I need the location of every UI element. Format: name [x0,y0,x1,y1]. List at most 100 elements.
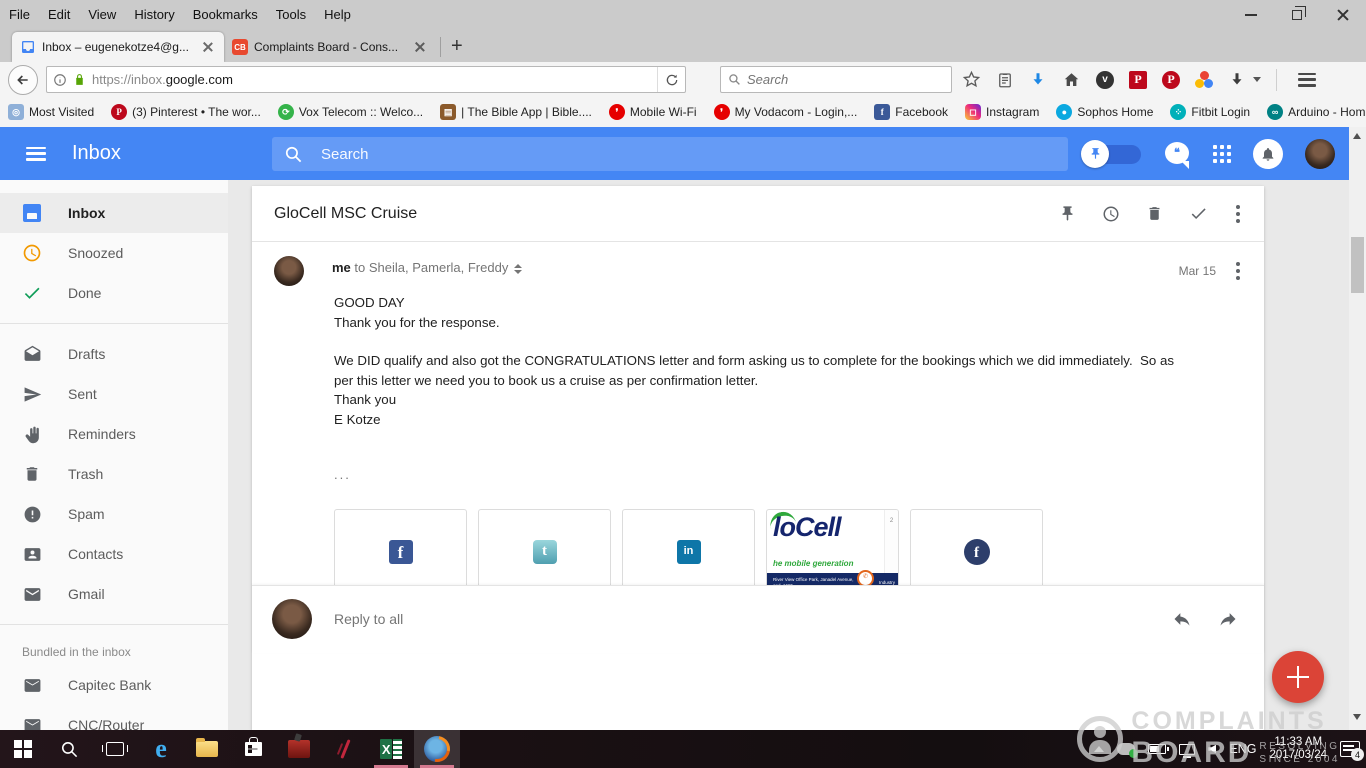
bookmark-facebook[interactable]: fFacebook [874,104,948,120]
battery-icon[interactable] [1148,744,1166,754]
reply-icon[interactable] [1172,609,1192,629]
downloads-icon[interactable] [1228,71,1246,89]
sidebar-item-gmail[interactable]: Gmail [0,574,228,614]
downloads-dropdown-icon[interactable] [1253,77,1261,82]
edge-button[interactable]: e [138,730,184,768]
action-center-icon[interactable]: 4 [1340,741,1360,757]
attachment-facebook[interactable]: f [334,509,467,596]
sidebar-item-reminders[interactable]: Reminders [0,414,228,454]
bookmark-vox-telecom[interactable]: ⟳Vox Telecom :: Welco... [278,104,423,120]
sidebar-item-snoozed[interactable]: Snoozed [0,233,228,273]
bookmark-pinterest[interactable]: P(3) Pinterest • The wor... [111,104,261,120]
download-helper-icon[interactable] [1029,71,1047,89]
trash-icon[interactable] [1146,205,1163,222]
scroll-up-icon[interactable] [1353,133,1361,139]
minimize-button[interactable] [1228,0,1274,30]
red-slash-app-button[interactable] [322,730,368,768]
menu-file[interactable]: File [0,0,39,30]
pinterest-circle-icon[interactable]: P [1162,71,1180,89]
new-tab-button[interactable]: + [445,35,473,62]
menu-bookmarks[interactable]: Bookmarks [184,0,267,30]
forward-icon[interactable] [1218,609,1238,629]
close-button[interactable] [1320,0,1366,30]
google-apps-icon[interactable] [1213,145,1231,163]
sidebar-item-contacts[interactable]: Contacts [0,534,228,574]
pinterest-square-icon[interactable]: P [1129,71,1147,89]
language-indicator[interactable]: ENG [1229,742,1256,756]
home-icon[interactable] [1062,71,1081,89]
attachment-glocell-business-card[interactable]: loCell he mobile generation 2 River View… [766,509,899,596]
reload-button[interactable] [657,67,679,92]
sidebar-item-drafts[interactable]: Drafts [0,334,228,374]
pin-icon[interactable] [1059,205,1076,222]
reply-placeholder[interactable]: Reply to all [334,611,403,627]
sender-avatar[interactable] [274,256,304,286]
pin-toggle[interactable] [1081,140,1143,168]
taskbar-search-button[interactable] [46,730,92,768]
menu-help[interactable]: Help [315,0,360,30]
attachment-twitter[interactable]: t [478,509,611,596]
more-options-icon[interactable] [1234,203,1242,225]
scrollbar[interactable] [1349,127,1366,730]
sidebar-item-done[interactable]: Done [0,273,228,313]
snooze-clock-icon[interactable] [1102,205,1120,223]
menu-tools[interactable]: Tools [267,0,315,30]
attachment-facebook-round[interactable]: f [910,509,1043,596]
sync-status-icon[interactable] [1117,743,1135,755]
sidebar-item-spam[interactable]: Spam [0,494,228,534]
network-icon[interactable] [1179,744,1195,755]
scroll-down-icon[interactable] [1353,714,1361,720]
profile-avatar[interactable] [1305,139,1335,169]
url-text[interactable]: https://inbox.google.com [92,72,657,87]
back-button[interactable] [8,65,38,95]
clock[interactable]: 11:33 AM 2017/03/24 [1269,736,1327,762]
sidebar-item-trash[interactable]: Trash [0,454,228,494]
compose-fab-button[interactable] [1272,651,1324,703]
attachment-linkedin[interactable]: in [622,509,755,596]
url-bar[interactable]: https://inbox.google.com [46,66,686,93]
store-button[interactable] [230,730,276,768]
menu-view[interactable]: View [79,0,125,30]
mark-done-icon[interactable] [1189,204,1208,223]
show-hidden-icons-button[interactable] [1094,746,1104,752]
show-trimmed-content-button[interactable]: ... [334,465,1182,485]
start-button[interactable] [0,730,46,768]
bookmark-arduino[interactable]: ∞Arduino - Home [1267,104,1366,120]
bookmark-bible-app[interactable]: ▤| The Bible App | Bible.... [440,104,592,120]
bookmark-my-vodacom[interactable]: ❜My Vodacom - Login,... [714,104,858,120]
restore-button[interactable] [1274,0,1320,30]
volume-icon[interactable] [1208,745,1216,754]
red-app-button[interactable] [276,730,322,768]
file-explorer-button[interactable] [184,730,230,768]
page-info-icon[interactable] [53,73,67,87]
tab-close-icon[interactable] [412,39,428,55]
sidebar-item-inbox[interactable]: Inbox [0,193,228,233]
browser-search-bar[interactable] [720,66,952,93]
excel-button[interactable]: X [368,730,414,768]
bookmark-mobile-wifi[interactable]: ❜Mobile Wi-Fi [609,104,697,120]
bookmark-most-visited[interactable]: ◎Most Visited [8,104,94,120]
hangouts-icon[interactable]: ❝ [1165,142,1191,166]
menu-edit[interactable]: Edit [39,0,79,30]
bookmark-fitbit[interactable]: ⁘Fitbit Login [1170,104,1250,120]
scrollbar-thumb[interactable] [1351,237,1364,293]
firefox-button[interactable] [414,730,460,768]
bookmark-instagram[interactable]: ◻Instagram [965,104,1039,120]
https-lock-icon[interactable] [73,72,86,87]
expand-recipients-icon[interactable] [514,264,522,274]
app-search-bar[interactable] [272,137,1068,171]
clipboard-icon[interactable] [996,71,1014,89]
menu-icon[interactable] [1298,73,1316,87]
menu-history[interactable]: History [125,0,183,30]
task-view-button[interactable] [92,730,138,768]
email-more-options-icon[interactable] [1234,260,1242,282]
pocket-icon[interactable]: v [1096,71,1114,89]
sidebar-item-sent[interactable]: Sent [0,374,228,414]
tab-inbox[interactable]: Inbox – eugenekotze4@g... [12,32,224,62]
browser-search-input[interactable] [747,72,917,87]
app-menu-icon[interactable] [26,147,46,161]
bookmark-sophos-home[interactable]: ●Sophos Home [1056,104,1153,120]
tab-close-icon[interactable] [200,39,216,55]
tab-complaints-board[interactable]: CB Complaints Board - Cons... [224,32,436,62]
reply-bar[interactable]: Reply to all [252,585,1264,653]
